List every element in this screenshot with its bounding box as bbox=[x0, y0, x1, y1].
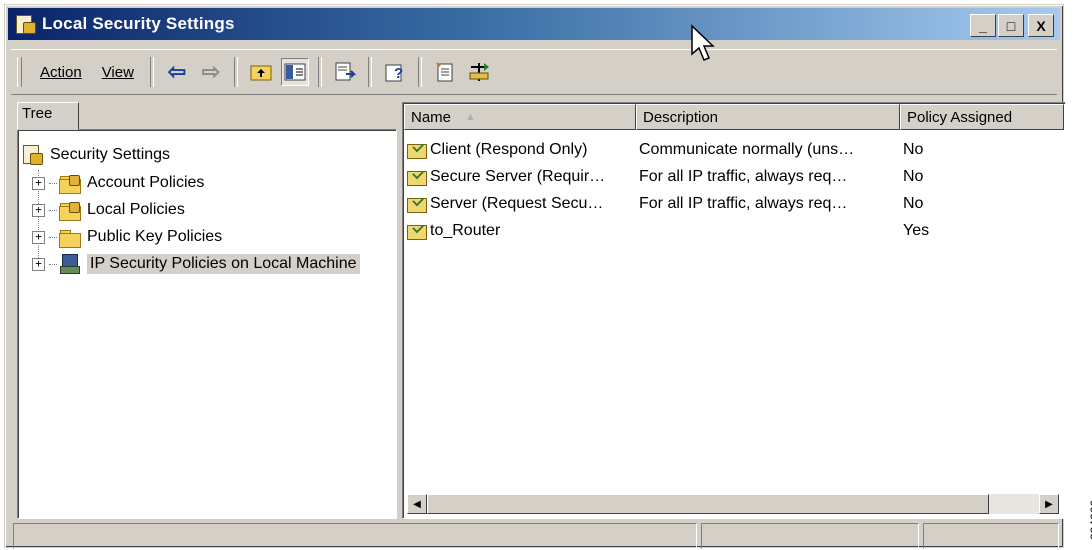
list-item[interactable]: Client (Respond Only) Communicate normal… bbox=[407, 136, 1053, 163]
ip-policy-icon bbox=[407, 194, 427, 213]
create-policy-button[interactable] bbox=[431, 58, 459, 86]
scroll-left-button[interactable]: ◀ bbox=[407, 494, 427, 514]
details-pane[interactable]: Name ▲ Description Policy Assigned Client… bbox=[402, 102, 1066, 519]
locked-folder-icon bbox=[59, 201, 81, 221]
list-cell-assigned: No bbox=[903, 167, 924, 185]
tree-root[interactable]: Security Settings bbox=[22, 142, 170, 168]
folder-icon bbox=[59, 229, 81, 248]
list-cell-name: Client (Respond Only) bbox=[430, 140, 588, 158]
toolbar-separator bbox=[417, 57, 422, 87]
back-button[interactable]: ⇦ bbox=[163, 58, 191, 86]
forward-arrow-icon: ⇨ bbox=[201, 59, 221, 84]
tree-item-public-key-policies[interactable]: + Public Key Policies bbox=[32, 224, 222, 250]
list-cell-description: For all IP traffic, always req… bbox=[639, 194, 848, 212]
tree-item-account-policies[interactable]: + Account Policies bbox=[32, 170, 204, 196]
expand-icon[interactable]: + bbox=[32, 203, 45, 217]
show-tree-icon bbox=[284, 63, 306, 81]
show-hide-tree-button[interactable] bbox=[280, 58, 309, 86]
window-title: Local Security Settings bbox=[42, 14, 235, 33]
scroll-left-icon: ◀ bbox=[413, 498, 421, 510]
tree-item-label: Local Policies bbox=[87, 201, 185, 218]
computer-policy-icon bbox=[59, 253, 81, 275]
status-cell-main bbox=[13, 523, 697, 549]
column-headers: Name ▲ Description Policy Assigned bbox=[404, 104, 1064, 130]
help-icon: ? bbox=[385, 64, 403, 82]
minimize-button[interactable]: _ bbox=[970, 14, 996, 37]
up-one-level-button[interactable] bbox=[247, 58, 275, 86]
list-cell-description: For all IP traffic, always req… bbox=[639, 167, 848, 185]
list-cell-name: to_Router bbox=[430, 221, 501, 239]
back-arrow-icon: ⇦ bbox=[167, 59, 187, 84]
toolbar-grip bbox=[17, 57, 22, 87]
expand-icon[interactable]: + bbox=[32, 176, 45, 190]
svg-text:?: ? bbox=[394, 65, 403, 82]
tab-tree[interactable]: Tree bbox=[17, 102, 79, 130]
help-button[interactable]: ? bbox=[381, 58, 409, 86]
scroll-right-icon: ▶ bbox=[1045, 498, 1053, 510]
sort-ascending-icon: ▲ bbox=[465, 111, 476, 123]
tree-pane[interactable]: Security Settings + Account Policies + L… bbox=[17, 129, 397, 519]
column-header-name[interactable]: Name ▲ bbox=[404, 104, 636, 130]
ip-policy-icon bbox=[407, 140, 427, 159]
tree-item-label: Account Policies bbox=[87, 174, 205, 191]
window-controls: _ □ X bbox=[970, 14, 1054, 37]
export-list-button[interactable] bbox=[331, 58, 359, 86]
toolbar-separator bbox=[233, 57, 238, 87]
toolbar-separator bbox=[149, 57, 154, 87]
toolbar: Action View ⇦ ⇨ ? bbox=[11, 49, 1057, 95]
column-header-label: Policy Assigned bbox=[907, 108, 1013, 126]
security-settings-icon bbox=[14, 13, 36, 35]
column-header-policy-assigned[interactable]: Policy Assigned bbox=[900, 104, 1064, 130]
tree-item-ip-security-policies[interactable]: + IP Security Policies on Local Machine bbox=[32, 251, 360, 277]
list-cell-name: Secure Server (Requir… bbox=[430, 167, 606, 185]
scrollbar-thumb[interactable] bbox=[427, 494, 989, 514]
ip-policy-icon bbox=[407, 167, 427, 186]
list-cell-assigned: No bbox=[903, 140, 924, 158]
list-cell-assigned: No bbox=[903, 194, 924, 212]
tree-root-label: Security Settings bbox=[50, 146, 171, 163]
maximize-button[interactable]: □ bbox=[998, 14, 1024, 37]
status-cell-secondary bbox=[701, 523, 919, 549]
locked-folder-icon bbox=[59, 174, 81, 194]
list-item[interactable]: Server (Request Secu… For all IP traffic… bbox=[407, 190, 1053, 217]
main-window: Local Security Settings _ □ X Action Vie… bbox=[4, 4, 1066, 549]
view-menu-label: View bbox=[101, 63, 134, 81]
status-bar bbox=[13, 523, 1059, 549]
close-button[interactable]: X bbox=[1028, 14, 1054, 37]
column-header-label: Description bbox=[643, 108, 719, 126]
forward-button[interactable]: ⇨ bbox=[197, 58, 225, 86]
title-bar[interactable]: Local Security Settings _ □ X bbox=[8, 8, 1060, 40]
manage-filters-icon bbox=[469, 63, 489, 81]
export-list-icon bbox=[335, 62, 356, 81]
tree-item-label: IP Security Policies on Local Machine bbox=[87, 254, 360, 274]
ip-policy-icon bbox=[407, 221, 427, 240]
horizontal-scrollbar[interactable]: ◀ ▶ bbox=[407, 494, 1059, 514]
expand-icon[interactable]: + bbox=[32, 230, 45, 244]
manage-filters-button[interactable] bbox=[465, 58, 493, 86]
list-item[interactable]: Secure Server (Requir… For all IP traffi… bbox=[407, 163, 1053, 190]
list-cell-description: Communicate normally (uns… bbox=[639, 140, 855, 158]
new-policy-icon bbox=[436, 62, 453, 82]
list-cell-name: Server (Request Secu… bbox=[430, 194, 604, 212]
expand-icon[interactable]: + bbox=[32, 257, 45, 271]
security-settings-icon bbox=[22, 144, 44, 166]
status-cell-tertiary bbox=[923, 523, 1059, 549]
toolbar-separator bbox=[367, 57, 372, 87]
mouse-pointer-icon bbox=[691, 24, 715, 61]
tree-item-local-policies[interactable]: + Local Policies bbox=[32, 197, 185, 223]
view-menu[interactable]: View bbox=[92, 60, 144, 85]
tree-item-label: Public Key Policies bbox=[87, 228, 223, 245]
up-folder-icon bbox=[250, 65, 272, 81]
scroll-right-button[interactable]: ▶ bbox=[1039, 494, 1059, 514]
column-header-label: Name bbox=[411, 108, 452, 126]
column-header-description[interactable]: Description bbox=[636, 104, 900, 130]
toolbar-separator bbox=[317, 57, 322, 87]
figure-number: 234266 bbox=[1088, 500, 1092, 541]
action-menu-label: Action bbox=[40, 63, 82, 81]
action-menu[interactable]: Action bbox=[30, 60, 92, 85]
list-item[interactable]: to_Router Yes bbox=[407, 217, 1053, 244]
list-cell-assigned: Yes bbox=[903, 221, 930, 239]
